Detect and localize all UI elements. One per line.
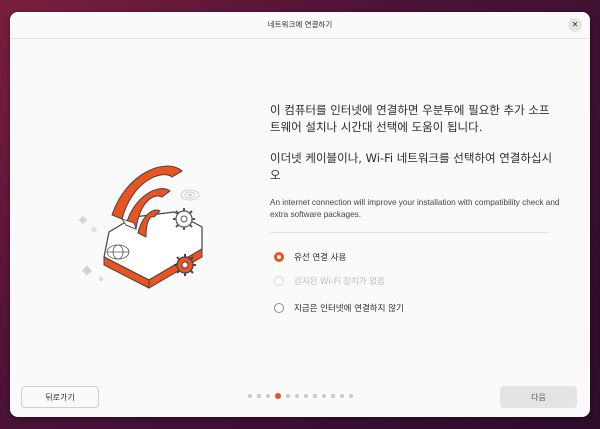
- page-dot: [348, 394, 353, 398]
- installer-window: 네트워크에 연결하기 ✕ 이 컴퓨터를 인터넷에 연결하면 우분투에 필요한 추…: [10, 12, 590, 417]
- option-wifi-label: 감지된 Wi-Fi 장치가 없음: [294, 277, 385, 287]
- next-button[interactable]: 다음: [500, 386, 577, 408]
- radio-wifi: [274, 276, 284, 286]
- page-dot: [285, 394, 290, 398]
- option-no-connect-label: 지금은 인터넷에 연결하지 않기: [294, 304, 404, 314]
- deco-diamond: [98, 276, 104, 282]
- option-wired[interactable]: 유선 연결 사용: [274, 250, 346, 264]
- intro-text-1: 이 컴퓨터를 인터넷에 연결하면 우분투에 필요한 추가 소프트웨어 설치나 시…: [270, 103, 550, 134]
- radio-wired[interactable]: [274, 252, 284, 262]
- wifi-cloud-illustration: [78, 165, 203, 289]
- description-text: An internet connection will improve your…: [270, 198, 560, 219]
- page-dot: [265, 394, 270, 398]
- page-dot: [256, 394, 261, 398]
- deco-diamond: [82, 265, 92, 276]
- page-dot: [312, 394, 317, 398]
- option-no-connect[interactable]: 지금은 인터넷에 연결하지 않기: [274, 301, 404, 315]
- deco-diamond: [78, 215, 88, 225]
- deco-diamond: [90, 226, 98, 234]
- gear-icon: [174, 254, 196, 276]
- option-wired-label: 유선 연결 사용: [294, 253, 347, 263]
- page-dot-active: [274, 393, 281, 399]
- close-icon: ✕: [571, 20, 579, 29]
- option-wifi: 감지된 Wi-Fi 장치가 없음: [274, 274, 385, 288]
- page-dot: [321, 394, 326, 398]
- signal-rings-icon: [180, 189, 200, 201]
- intro-text-2: 이더넷 케이블이나, Wi-Fi 네트워크를 선택하여 연결하십시오: [270, 151, 553, 182]
- close-button[interactable]: ✕: [568, 18, 582, 32]
- intro-heading: 이 컴퓨터를 인터넷에 연결하면 우분투에 필요한 추가 소프트웨어 설치나 시…: [270, 102, 560, 198]
- page-dot: [294, 394, 299, 398]
- window-title: 네트워크에 연결하기: [267, 20, 333, 29]
- page-dot: [247, 394, 252, 398]
- page-dot: [303, 394, 308, 398]
- page-dot: [330, 394, 335, 398]
- divider: [270, 232, 550, 233]
- page-dot: [339, 394, 344, 398]
- gear-icon: [173, 208, 195, 230]
- radio-no-connect[interactable]: [274, 303, 284, 313]
- title-bar: 네트워크에 연결하기 ✕: [10, 12, 590, 39]
